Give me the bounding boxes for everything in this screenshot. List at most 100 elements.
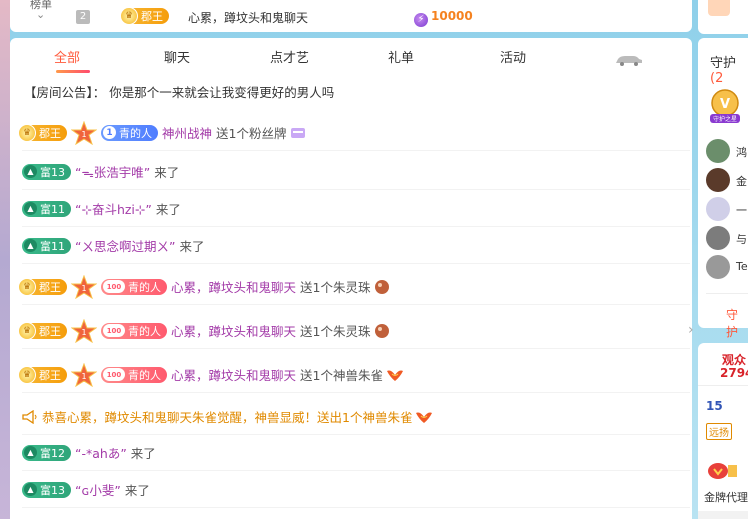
divider	[698, 385, 748, 386]
chat-message: ▲ 富13 “ᯓ张浩宇唯” 来了	[22, 154, 690, 190]
user-name[interactable]: 心累，蹲坟头和鬼聊天	[171, 277, 296, 296]
guard-star-badge-icon[interactable]: V 守护之星	[706, 88, 744, 124]
audience-panel: 观众 2794 15 远扬 金牌代理	[698, 343, 748, 519]
svg-text:1: 1	[81, 130, 86, 139]
tab-all[interactable]: 全部	[54, 47, 80, 66]
user-name[interactable]: “ɢ小斐”	[75, 480, 121, 499]
rank-bar: 榜单 ⌄ 2 ♛ 郡王 心累，蹲坟头和鬼聊天 ⚡ 10000	[10, 0, 692, 32]
avatar[interactable]	[706, 197, 730, 221]
crown-icon: ♛	[120, 7, 138, 25]
audience-count: 2794	[720, 366, 748, 380]
level-star-icon: 1	[71, 362, 97, 387]
user-name[interactable]: “ㄨ思念啊过期ㄨ”	[75, 236, 175, 255]
avatar[interactable]	[706, 255, 730, 279]
wealth-badge: ▲ 富11	[22, 200, 71, 217]
user-name[interactable]: 心累，蹲坟头和鬼聊天	[171, 365, 296, 384]
message-text: 送1个神兽朱雀	[300, 368, 383, 383]
message-text: 送1个朱灵珠	[300, 324, 371, 339]
wealth-badge: ▲ 富11	[22, 237, 71, 254]
rank-number: 2	[76, 10, 90, 24]
guard-name: 金	[736, 175, 747, 188]
rank-user-name[interactable]: 心累，蹲坟头和鬼聊天	[188, 9, 308, 26]
guard-title: 守护(2	[710, 56, 737, 86]
wealth-badge: ▲ 富13	[22, 481, 71, 498]
message-text: 来了	[124, 483, 150, 498]
message-text: 来了	[154, 165, 180, 180]
chat-message: ▲ 富11 “⊹奋斗hzi⊹” 来了	[22, 191, 690, 227]
svg-text:1: 1	[81, 372, 86, 381]
guard-name: 鸿	[736, 146, 747, 159]
svg-text:守护之星: 守护之星	[713, 115, 737, 123]
crown-icon: ♛	[18, 365, 36, 384]
user-name[interactable]: 心累，蹲坟头和鬼聊天	[171, 321, 296, 340]
tab-chat[interactable]: 聊天	[164, 47, 190, 66]
king-badge: ♛ 郡王	[120, 7, 169, 25]
level-star-icon: 1	[71, 274, 97, 299]
chevron-right-icon[interactable]: ›	[688, 322, 694, 338]
user-name[interactable]: “⊹奋斗hzi⊹”	[75, 199, 152, 218]
system-text: 恭喜心累，蹲坟头和鬼聊天朱雀觉醒，神兽显威！送出1个神兽朱雀	[42, 410, 413, 425]
guard-more-link[interactable]: 守护	[726, 306, 748, 340]
level-star-icon: 1	[71, 318, 97, 343]
pearl-gift-icon	[375, 279, 390, 294]
wealth-icon: ▲	[24, 446, 37, 459]
fan-card-icon	[291, 127, 306, 138]
right-sidebar: 守护(2 V 守护之星 鸿 金 一 与 Teu 守护 › 观众 2794 15 …	[688, 0, 748, 519]
phoenix-gift-icon	[386, 370, 403, 381]
right-top-card	[698, 0, 748, 34]
fans-badge: 100 青的人	[101, 366, 167, 383]
guard-name: 一	[736, 204, 747, 217]
message-text: 来了	[179, 239, 205, 254]
crown-icon: ♛	[18, 321, 36, 340]
fans-badge: 1 青的人	[101, 124, 158, 141]
wealth-icon: ▲	[24, 165, 37, 178]
wealth-badge: ▲ 富13	[22, 163, 71, 180]
chat-panel: 全部 聊天 点才艺 礼单 活动 【房间公告】： 你是那个一来就会让我变得更好的男…	[10, 38, 692, 519]
chat-message: ♛ 郡王 1 100 青的人 心累，蹲坟头和鬼聊天 送1个朱灵珠	[18, 269, 690, 305]
king-badge: ♛ 郡王	[18, 365, 67, 384]
message-text: 送1个粉丝牌	[216, 126, 287, 141]
message-text: 来了	[155, 202, 181, 217]
crown-icon: ♛	[18, 123, 36, 142]
avatar[interactable]	[706, 139, 730, 163]
guard-name: 与	[736, 233, 747, 246]
tab-gift-list[interactable]: 礼单	[388, 47, 414, 66]
svg-text:V: V	[720, 97, 730, 112]
pearl-gift-icon	[375, 323, 390, 338]
tab-activity[interactable]: 活动	[500, 47, 526, 66]
guard-name: Teu	[736, 260, 748, 273]
fans-badge: 100 青的人	[101, 278, 167, 295]
user-name[interactable]: 神州战神	[162, 123, 212, 142]
gold-agent-icon	[708, 463, 737, 479]
chat-message: ♛ 郡王 1 1 青的人 神州战神 送1个粉丝牌	[18, 115, 690, 151]
gold-agent-label: 金牌代理	[704, 491, 748, 504]
wealth-icon: ▲	[24, 239, 37, 252]
tab-talent[interactable]: 点才艺	[270, 47, 309, 66]
car-icon[interactable]	[614, 54, 644, 66]
chevron-down-icon[interactable]: ⌄	[36, 8, 45, 21]
phoenix-gift-icon	[416, 412, 433, 423]
rank-score: ⚡ 10000	[414, 9, 473, 27]
message-text: 来了	[130, 446, 156, 461]
gift-box-icon[interactable]	[708, 0, 730, 16]
message-text: 送1个朱灵珠	[300, 280, 371, 295]
king-badge: ♛ 郡王	[18, 321, 67, 340]
user-name[interactable]: “ᯓ张浩宇唯”	[75, 162, 150, 181]
wealth-icon: ▲	[24, 483, 37, 496]
fans-badge: 100 青的人	[101, 322, 167, 339]
chat-message: ♛ 郡王 1 100 青的人 心累，蹲坟头和鬼聊天 送1个神兽朱雀	[18, 357, 690, 393]
wealth-badge: ▲ 富12	[22, 444, 71, 461]
active-tab-indicator	[56, 70, 90, 73]
yuan-tag: 远扬	[706, 423, 732, 440]
avatar[interactable]	[706, 168, 730, 192]
crown-icon: ♛	[18, 277, 36, 296]
guard-panel: 守护(2 V 守护之星 鸿 金 一 与 Teu 守护	[698, 38, 748, 339]
user-level: 15	[706, 399, 723, 413]
left-background-strip	[0, 0, 10, 519]
king-badge: ♛ 郡王	[18, 123, 67, 142]
chat-message: ♛ 郡王 1 100 青的人 心累，蹲坟头和鬼聊天 送1个朱灵珠	[18, 313, 690, 349]
divider	[706, 293, 748, 294]
user-name[interactable]: “-*ahあ”	[75, 443, 127, 462]
avatar[interactable]	[706, 226, 730, 250]
chat-tabs: 全部 聊天 点才艺 礼单 活动	[10, 38, 692, 74]
